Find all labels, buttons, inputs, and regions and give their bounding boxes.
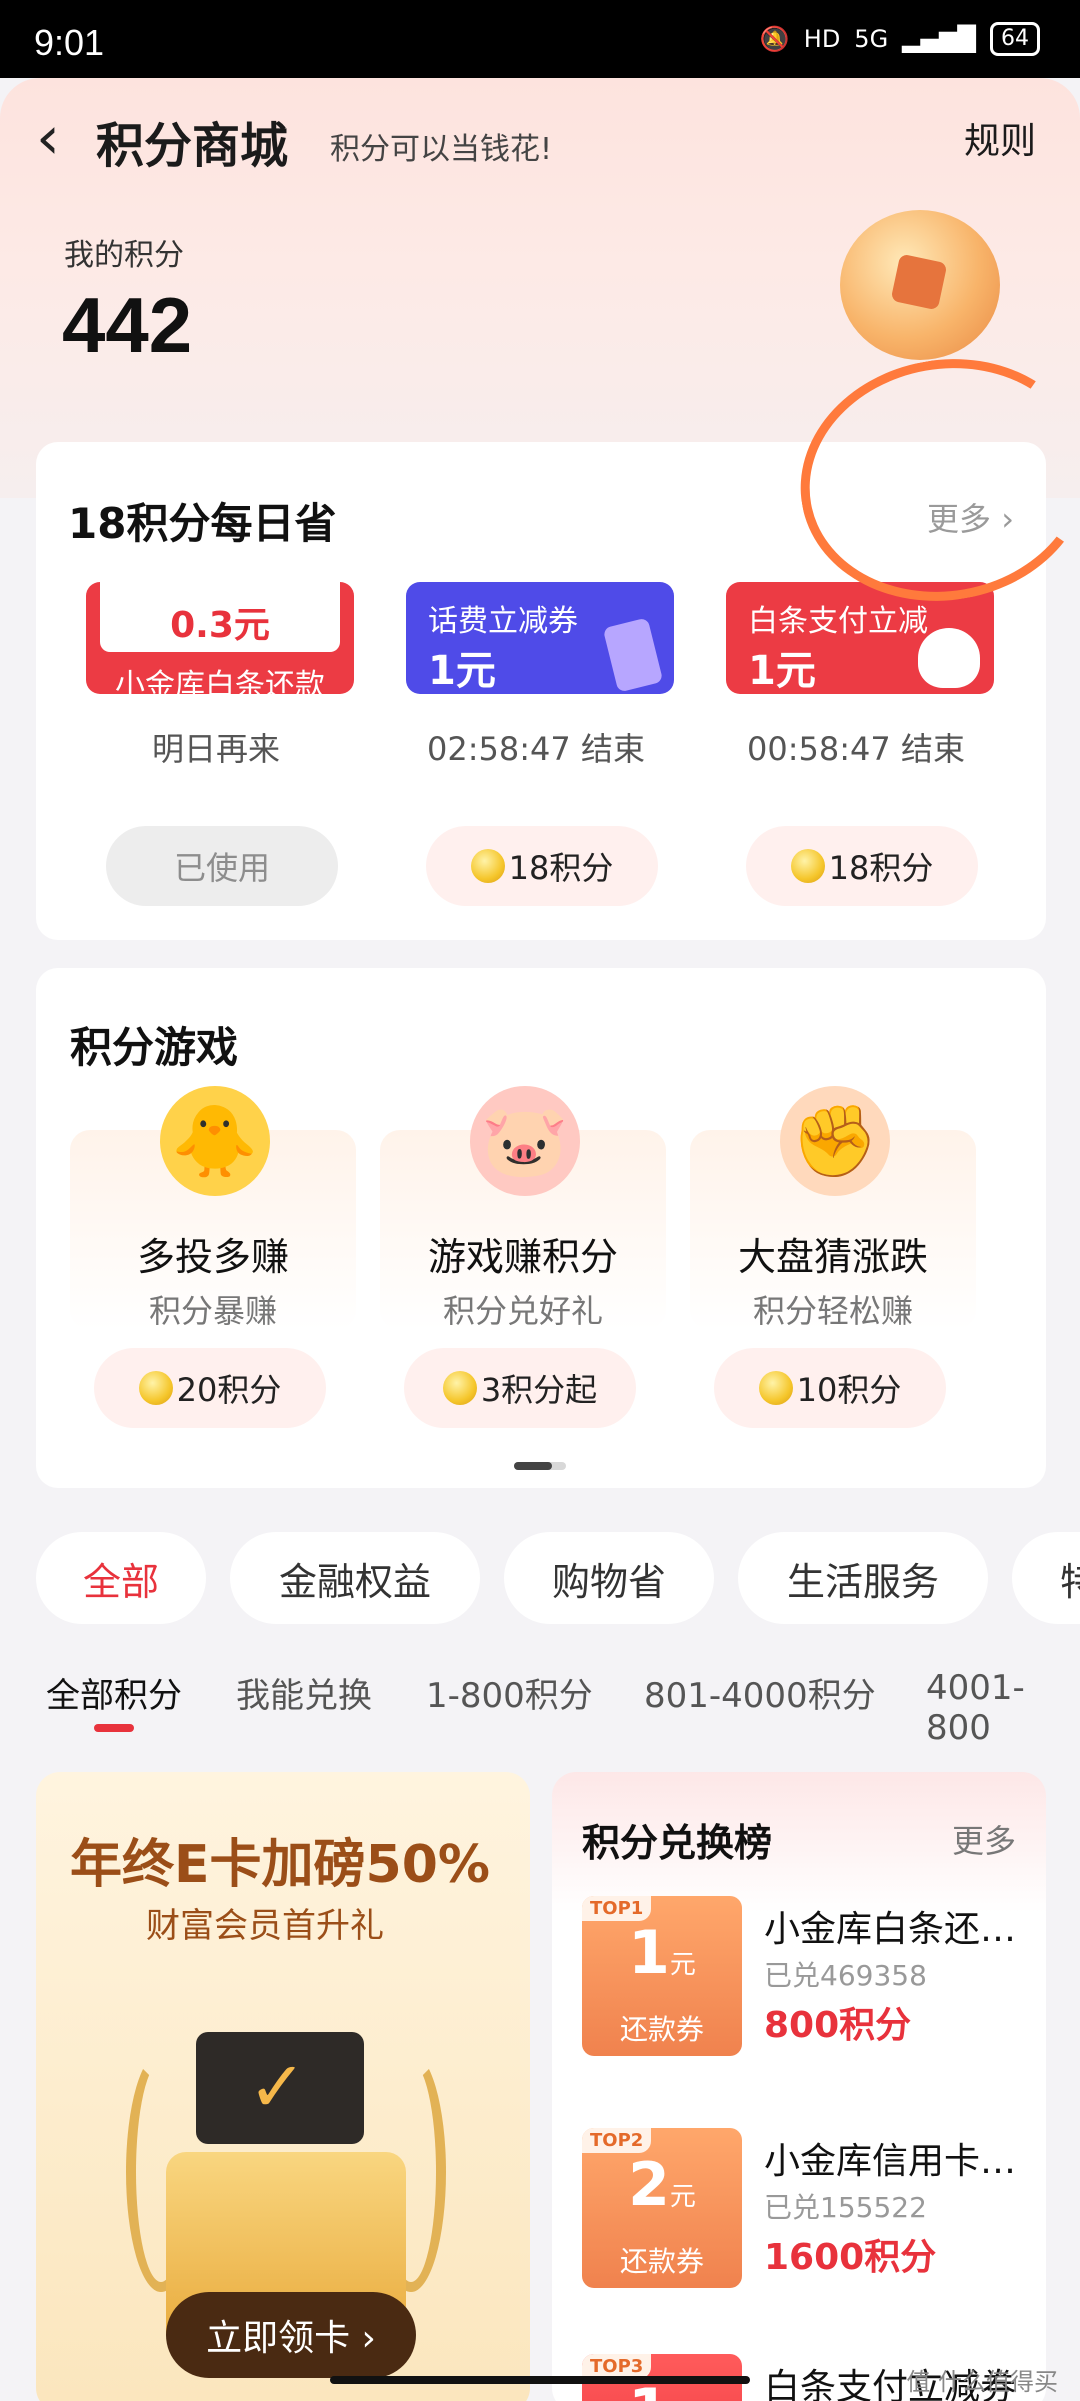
used-button[interactable]: 已使用 — [106, 826, 338, 906]
voucher-amount: 1 — [628, 1918, 670, 1988]
status-icons: 🔕 HD 5G ▂▄▆█ 64 — [760, 22, 1040, 56]
game-cost-button[interactable]: 20积分 — [94, 1348, 326, 1428]
carousel-indicator — [514, 1462, 566, 1470]
game-subtitle: 积分兑好礼 — [442, 1292, 603, 1330]
ranking-title: 积分兑换榜 — [582, 1821, 773, 1865]
back-icon[interactable]: ‹ — [36, 108, 86, 168]
subtab-1-800[interactable]: 1-800积分 — [426, 1668, 593, 1717]
category-special[interactable]: 特 — [1012, 1532, 1080, 1624]
category-all[interactable]: 全部 — [36, 1532, 206, 1624]
pig-icon: 🐷 — [470, 1086, 580, 1196]
rules-link[interactable]: 规则 — [964, 112, 1036, 164]
vip-card-icon: ✓ — [196, 2032, 364, 2144]
coupon-countdown: 02:58:47 结束 — [427, 730, 645, 768]
item-name: 小金库白条还… — [764, 1909, 1017, 1950]
game-cost-button[interactable]: 3积分起 — [404, 1348, 636, 1428]
coupon-status: 明日再来 — [151, 730, 280, 768]
fist-icon: ✊ — [780, 1086, 890, 1196]
coin-illustration-icon — [840, 210, 1000, 360]
claim-card-button[interactable]: 立即领卡 › — [166, 2292, 416, 2378]
ranking-more-link[interactable]: 更多 — [952, 1816, 1016, 1862]
daily-title: 18积分每日省 — [68, 499, 337, 548]
hd-icon: HD — [803, 25, 841, 53]
voucher-unit: 元 — [669, 2182, 696, 2212]
subtab-indicator — [94, 1724, 134, 1732]
battery-icon: 64 — [990, 22, 1040, 56]
status-time: 9:01 — [34, 22, 105, 63]
ranking-item[interactable]: TOP1 1元 还款券 小金库白条还… 已兑469358 800积分 — [582, 1896, 1022, 2058]
voucher-label: 还款券 — [619, 2245, 704, 2278]
game-name: 游戏赚积分 — [427, 1235, 618, 1279]
redeem-button[interactable]: 18积分 — [426, 826, 658, 906]
redeem-button[interactable]: 18积分 — [746, 826, 978, 906]
item-name: 小金库信用卡… — [764, 2141, 1017, 2182]
redeem-cost: 18积分 — [828, 849, 934, 887]
coupon-label: 白条支付立减 — [748, 604, 928, 639]
category-life[interactable]: 生活服务 — [738, 1532, 988, 1624]
coupon-repayment[interactable]: 0.3元 小金库白条还款 — [86, 582, 354, 694]
signal-icon: ▂▄▆█ — [902, 25, 976, 53]
watermark: 值 什么值得买 — [906, 2368, 1058, 2396]
game-name: 多投多赚 — [136, 1235, 289, 1279]
game-cost: 3积分起 — [480, 1371, 598, 1409]
ranking-voucher: TOP2 2元 还款券 — [582, 2128, 742, 2288]
promo-banner[interactable]: 年终E卡加磅50% 财富会员首升礼 ✓ 立即领卡 › — [36, 1772, 530, 2401]
subtab-all-points[interactable]: 全部积分 — [46, 1668, 182, 1717]
game-name: 大盘猜涨跌 — [737, 1235, 928, 1279]
coupon-value: 0.3元 — [170, 605, 270, 646]
games-title: 积分游戏 — [70, 1023, 239, 1072]
coupon-countdown: 00:58:47 结束 — [747, 730, 965, 768]
points-label: 我的积分 — [64, 238, 184, 273]
subtab-4001-800[interactable]: 4001-800 — [926, 1668, 1080, 1748]
bell-muted-icon: 🔕 — [759, 25, 790, 53]
item-sold-count: 已兑469358 — [764, 1959, 927, 1992]
category-shopping[interactable]: 购物省 — [504, 1532, 714, 1624]
item-points: 800积分 — [764, 2005, 912, 2046]
voucher-amount: 2 — [628, 2150, 670, 2220]
ranking-item[interactable]: TOP2 2元 还款券 小金库信用卡… 已兑155522 1600积分 — [582, 2128, 1022, 2290]
chick-icon: 🐥 — [160, 1086, 270, 1196]
category-finance[interactable]: 金融权益 — [230, 1532, 480, 1624]
coin-icon — [138, 1371, 173, 1405]
redeem-ranking-card: 积分兑换榜 更多 TOP1 1元 还款券 小金库白条还… 已兑469358 80… — [552, 1772, 1046, 2401]
page-subtitle: 积分可以当钱花! — [330, 132, 553, 167]
item-points: 1600积分 — [764, 2237, 937, 2278]
game-subtitle: 积分轻松赚 — [752, 1292, 913, 1330]
game-cost: 20积分 — [176, 1371, 282, 1409]
ranking-voucher: TOP1 1元 还款券 — [582, 1896, 742, 2056]
voucher-label: 还款券 — [619, 2013, 704, 2046]
coupon-value: 1元 — [428, 648, 496, 694]
gesture-bar — [330, 2376, 750, 2384]
used-label: 已使用 — [173, 849, 270, 887]
coupon-value: 1元 — [748, 648, 816, 694]
promo-title: 年终E卡加磅50% — [70, 1835, 490, 1895]
item-sold-count: 已兑155522 — [764, 2191, 927, 2224]
game-cost-button[interactable]: 10积分 — [714, 1348, 946, 1428]
mascot-icon — [918, 628, 980, 688]
coupon-phone-bill[interactable]: 话费立减券 1元 — [406, 582, 674, 694]
game-subtitle: 积分暴赚 — [148, 1292, 277, 1330]
coin-icon — [758, 1371, 793, 1405]
subtab-801-4000[interactable]: 801-4000积分 — [644, 1668, 876, 1717]
coupon-label: 小金库白条还款 — [115, 668, 325, 694]
coin-icon — [442, 1371, 477, 1405]
subtab-redeemable[interactable]: 我能兑换 — [236, 1668, 372, 1717]
coupon-label: 话费立减券 — [428, 604, 578, 639]
promo-subtitle: 财富会员首升礼 — [146, 1906, 384, 1946]
status-bar: 9:01 🔕 HD 5G ▂▄▆█ 64 — [0, 0, 1080, 78]
page-title: 积分商城 — [96, 118, 289, 174]
network-label: 5G — [854, 25, 889, 53]
points-value: 442 — [62, 281, 193, 369]
coin-icon — [790, 849, 825, 883]
redeem-cost: 18积分 — [508, 849, 614, 887]
game-cost: 10积分 — [796, 1371, 902, 1409]
coin-icon — [470, 849, 505, 883]
voucher-unit: 元 — [669, 1950, 696, 1980]
phone-icon — [602, 617, 664, 693]
